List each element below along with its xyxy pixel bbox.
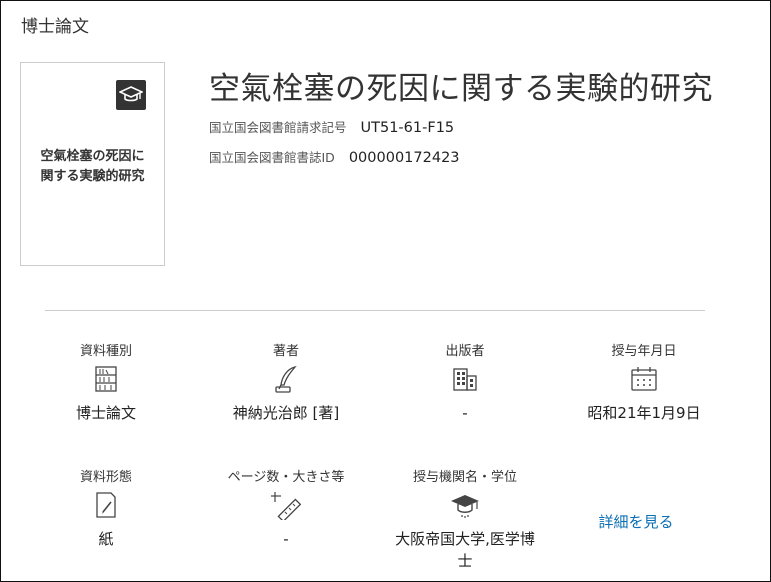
more-details-link[interactable]: 詳細を見る xyxy=(598,513,673,531)
material-form-label: 資料形態 xyxy=(79,470,132,485)
graduation-cap-icon xyxy=(390,490,540,520)
material-form-cell: 資料形態 紙 xyxy=(31,466,181,550)
graduation-cap-icon xyxy=(116,80,146,110)
call-number-value: UT51-61-F15 xyxy=(360,120,455,136)
institution-degree-cell: 授与機関名・学位 大阪帝国大学,医学博 士 xyxy=(390,466,540,572)
conferral-date-label: 授与年月日 xyxy=(611,344,677,359)
institution-degree-label: 授与機関名・学位 xyxy=(412,470,517,485)
quill-pen-icon xyxy=(211,364,361,394)
building-icon xyxy=(390,364,540,394)
material-type-cell: 資料種別 博士論文 xyxy=(31,340,181,424)
conferral-date-value: 昭和21年1月9日 xyxy=(587,404,701,422)
pages-size-label: ページ数・大きさ等 xyxy=(227,470,345,485)
material-type-label: 資料種別 xyxy=(79,344,132,359)
call-number-row: 国立国会図書館請求記号 UT51-61-F15 xyxy=(209,117,454,136)
institution-degree-value: 大阪帝国大学,医学博 士 xyxy=(390,528,540,572)
author-cell: 著者 神納光治郎 [著] xyxy=(211,340,361,424)
page-title: 空氣栓塞の死因に関する実験的研究 xyxy=(209,71,713,107)
author-value[interactable]: 神納光治郎 [著] xyxy=(211,402,361,424)
author-label: 著者 xyxy=(272,344,299,359)
material-form-value: 紙 xyxy=(98,530,114,548)
publisher-label: 出版者 xyxy=(445,344,485,359)
pages-size-cell: ページ数・大きさ等 - xyxy=(211,466,361,550)
conferral-date-cell: 授与年月日 昭和21年1月9日 xyxy=(569,340,719,424)
document-pen-icon xyxy=(31,490,181,520)
calendar-icon xyxy=(569,364,719,394)
thumbnail-card[interactable]: 空氣栓塞の死因に 関する実験的研究 xyxy=(20,62,165,266)
pages-size-value: - xyxy=(283,530,289,548)
ruler-icon xyxy=(211,490,361,520)
material-type-value: 博士論文 xyxy=(75,404,136,422)
publisher-value: - xyxy=(462,404,468,422)
thumbnail-title-line2: 関する実験的研究 xyxy=(40,169,145,184)
institution-degree-value-line2: 士 xyxy=(457,552,473,570)
biblio-id-label: 国立国会図書館書誌ID xyxy=(209,150,335,165)
more-details-cell: 詳細を見る xyxy=(561,511,711,532)
record-panel: 博士論文 空氣栓塞の死因に 関する実験的研究 空氣栓塞の死因に関する実験的研究 … xyxy=(0,0,771,582)
section-label: 博士論文 xyxy=(21,17,89,37)
biblio-id-row: 国立国会図書館書誌ID 000000172423 xyxy=(209,147,460,166)
publisher-cell: 出版者 - xyxy=(390,340,540,424)
divider xyxy=(45,310,705,311)
biblio-id-value: 000000172423 xyxy=(348,150,460,166)
thumbnail-title: 空氣栓塞の死因に 関する実験的研究 xyxy=(21,147,164,187)
thumbnail-title-line1: 空氣栓塞の死因に xyxy=(40,149,145,164)
call-number-label: 国立国会図書館請求記号 xyxy=(209,120,347,135)
bookshelf-icon xyxy=(31,364,181,394)
institution-degree-value-line1: 大阪帝国大学,医学博 xyxy=(395,530,535,548)
